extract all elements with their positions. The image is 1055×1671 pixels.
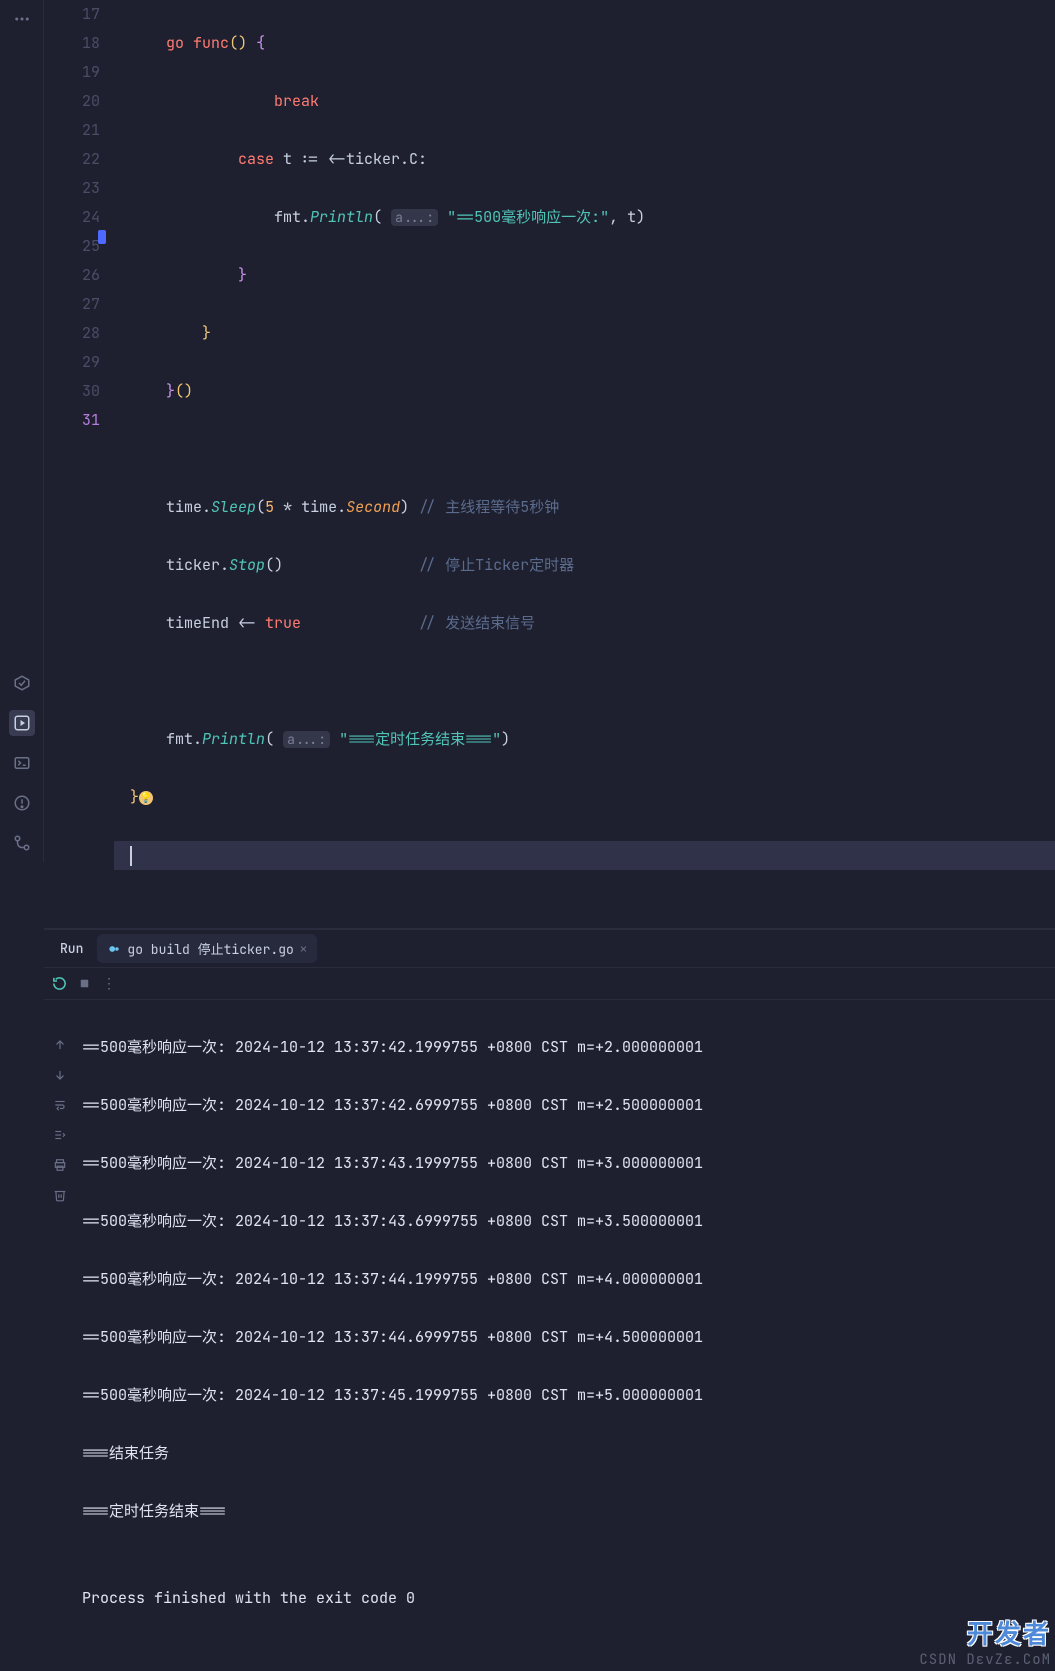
string-literal: "==500毫秒响应一次:" — [447, 207, 609, 227]
fn-call: Println — [310, 207, 373, 227]
run-config-tab[interactable]: go build 停止ticker.go ✕ — [97, 934, 317, 963]
op: * — [274, 497, 301, 517]
more-options-icon[interactable]: ⋮ — [102, 975, 116, 993]
code-content[interactable]: go func() { break case t := <-ticker.C: … — [114, 0, 1055, 928]
line-number[interactable]: 28 — [44, 319, 100, 348]
soft-wrap-icon[interactable] — [51, 1096, 69, 1114]
console-output[interactable]: ==500毫秒响应一次: 2024-10-12 13:37:42.1999755… — [76, 1000, 1055, 1671]
main-area: 17 18 19 20 21 22 23 24 25 26 27 28 29 3… — [44, 0, 1055, 862]
pkg: fmt — [274, 207, 301, 227]
comment: // 主线程等待5秒钟 — [418, 497, 559, 517]
var: timeEnd <- — [166, 613, 265, 633]
code-editor[interactable]: 17 18 19 20 21 22 23 24 25 26 27 28 29 3… — [44, 0, 1055, 928]
line-number[interactable]: 26 — [44, 261, 100, 290]
run-tabs-bar: Run go build 停止ticker.go ✕ — [44, 930, 1055, 968]
keyword: func — [193, 33, 229, 53]
line-number[interactable]: 23 — [44, 174, 100, 203]
keyword: break — [274, 91, 319, 111]
keyword: case — [238, 149, 274, 169]
run-panel-label[interactable]: Run — [52, 940, 91, 957]
line-number[interactable]: 18 — [44, 29, 100, 58]
line-number[interactable]: 31 — [44, 406, 100, 435]
scroll-to-end-icon[interactable] — [51, 1126, 69, 1144]
console-line: Process finished with the exit code 0 — [82, 1584, 1055, 1613]
line-number[interactable]: 29 — [44, 348, 100, 377]
string-literal: "===定时任务结束===" — [339, 729, 501, 749]
line-gutter: 17 18 19 20 21 22 23 24 25 26 27 28 29 3… — [44, 0, 114, 928]
console-line: ==500毫秒响应一次: 2024-10-12 13:37:44.1999755… — [82, 1265, 1055, 1294]
param-hint: a...: — [283, 731, 330, 748]
pkg: time — [166, 497, 202, 517]
pkg: fmt — [166, 729, 193, 749]
bool: true — [265, 613, 301, 633]
comment: // 停止Ticker定时器 — [418, 555, 574, 575]
rerun-icon[interactable] — [52, 976, 67, 991]
line-number[interactable]: 25 — [44, 232, 100, 261]
param-hint: a...: — [391, 209, 438, 226]
pkg: time — [301, 497, 337, 517]
code-text: t := <-ticker.C: — [283, 149, 427, 169]
console-line: ==500毫秒响应一次: 2024-10-12 13:37:44.6999755… — [82, 1323, 1055, 1352]
fn-call: Sleep — [211, 497, 256, 517]
trash-icon[interactable] — [51, 1186, 69, 1204]
code-text: , t) — [609, 207, 645, 227]
console-line: ==500毫秒响应一次: 2024-10-12 13:37:45.1999755… — [82, 1381, 1055, 1410]
comment: // 发送结束信号 — [418, 613, 535, 633]
lightbulb-icon[interactable]: 💡 — [139, 791, 153, 805]
activity-bar — [0, 0, 44, 862]
run-side-gutter — [44, 1000, 76, 1671]
run-icon[interactable] — [9, 710, 35, 736]
run-config-name: go build 停止ticker.go — [127, 939, 293, 958]
line-number[interactable]: 17 — [44, 0, 100, 29]
console-line: ===定时任务结束=== — [82, 1497, 1055, 1526]
print-icon[interactable] — [51, 1156, 69, 1174]
go-icon — [107, 942, 121, 956]
gutter-selection — [98, 230, 106, 244]
console-line: ==500毫秒响应一次: 2024-10-12 13:37:43.1999755… — [82, 1149, 1055, 1178]
console-line: ==500毫秒响应一次: 2024-10-12 13:37:42.6999755… — [82, 1091, 1055, 1120]
number: 5 — [265, 497, 274, 517]
line-number[interactable]: 30 — [44, 377, 100, 406]
run-body: ==500毫秒响应一次: 2024-10-12 13:37:42.1999755… — [44, 1000, 1055, 1671]
scroll-down-icon[interactable] — [51, 1066, 69, 1084]
line-number[interactable]: 19 — [44, 58, 100, 87]
line-number[interactable]: 20 — [44, 87, 100, 116]
watermark-sub: CSDN DεvZε.CοM — [919, 1651, 1051, 1669]
console-line: ===结束任务 — [82, 1439, 1055, 1468]
fn-call: Stop — [229, 555, 265, 575]
const: Second — [346, 497, 400, 517]
services-icon[interactable] — [9, 670, 35, 696]
line-number[interactable]: 21 — [44, 116, 100, 145]
terminal-icon[interactable] — [9, 750, 35, 776]
keyword: go — [166, 33, 184, 53]
scroll-up-icon[interactable] — [51, 1036, 69, 1054]
run-toolbar: ⋮ — [44, 968, 1055, 1000]
console-line: ==500毫秒响应一次: 2024-10-12 13:37:43.6999755… — [82, 1207, 1055, 1236]
run-panel: Run go build 停止ticker.go ✕ ⋮ — [44, 929, 1055, 1671]
problems-icon[interactable] — [9, 790, 35, 816]
line-number[interactable]: 24 — [44, 203, 100, 232]
watermark-title: 开发者 — [967, 1614, 1051, 1651]
more-icon[interactable] — [9, 6, 35, 32]
watermark: 开发者 CSDN DεvZε.CοM — [919, 1614, 1051, 1669]
var: ticker — [166, 555, 220, 575]
line-number[interactable]: 22 — [44, 145, 100, 174]
stop-icon[interactable] — [77, 976, 92, 991]
fn-call: Println — [202, 729, 265, 749]
console-line: ==500毫秒响应一次: 2024-10-12 13:37:42.1999755… — [82, 1033, 1055, 1062]
cursor — [130, 846, 132, 866]
close-icon[interactable]: ✕ — [300, 941, 307, 957]
vcs-icon[interactable] — [9, 830, 35, 856]
line-number[interactable]: 27 — [44, 290, 100, 319]
